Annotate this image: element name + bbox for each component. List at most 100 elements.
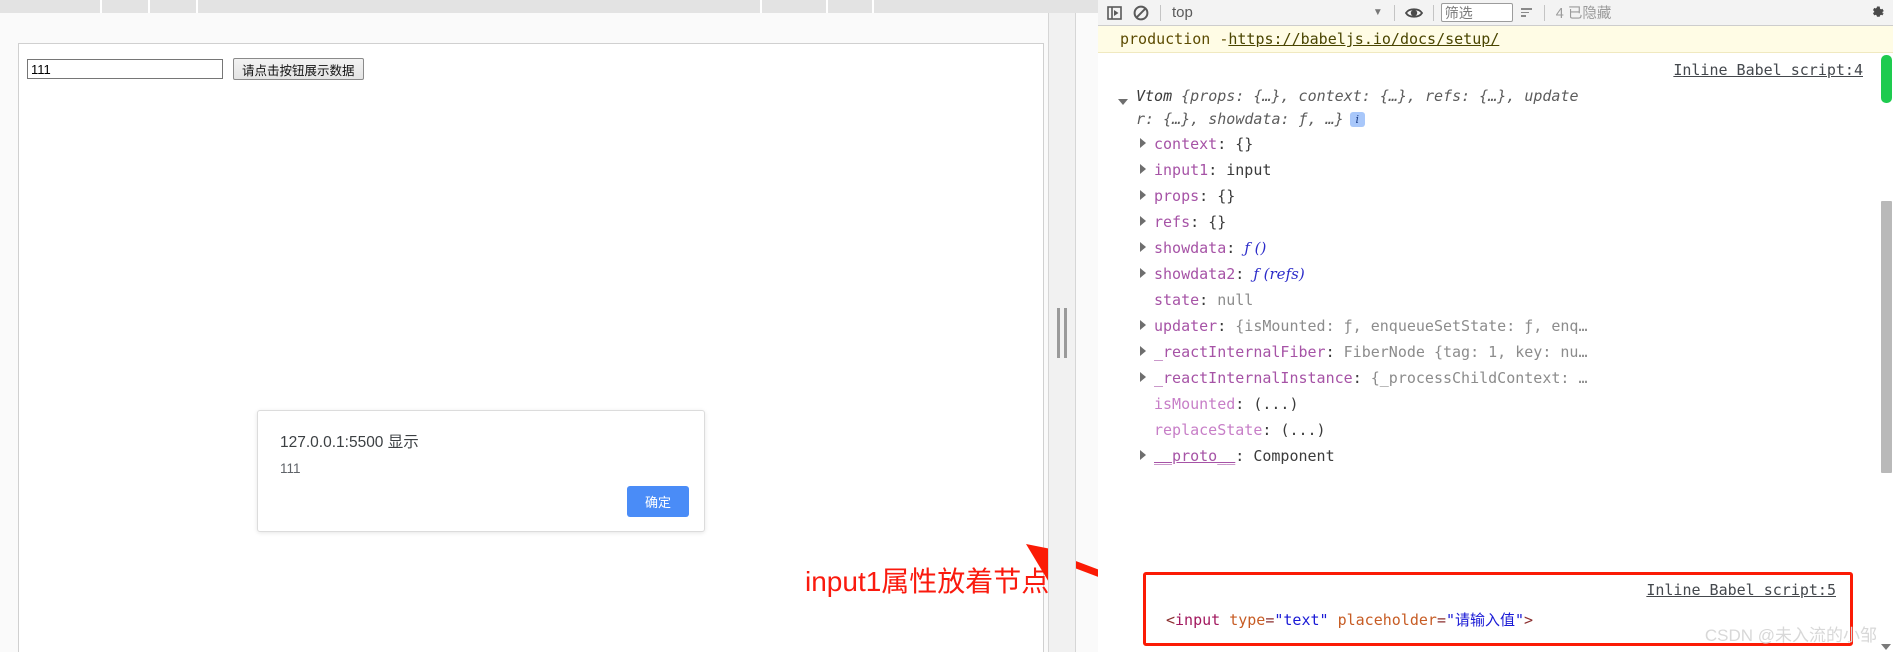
property-name: props bbox=[1154, 187, 1200, 205]
console-scrollbar-thumb[interactable] bbox=[1881, 201, 1892, 473]
property-name: showdata2 bbox=[1154, 265, 1236, 283]
expand-triangle-right-icon[interactable] bbox=[1140, 450, 1146, 460]
property-name: updater bbox=[1154, 317, 1218, 335]
strip-separator bbox=[826, 0, 828, 13]
property-row-replacestate[interactable]: replaceState: (...) bbox=[1140, 417, 1893, 443]
strip-separator bbox=[196, 0, 198, 13]
property-value: null bbox=[1217, 291, 1254, 309]
property-name: __proto__ bbox=[1154, 447, 1236, 465]
property-row-proto[interactable]: __proto__: Component bbox=[1140, 443, 1893, 469]
property-row-state[interactable]: state: null bbox=[1140, 287, 1893, 313]
splitter-grip-icon[interactable] bbox=[1057, 307, 1067, 358]
angle-open-bracket: < bbox=[1166, 611, 1176, 629]
annotation-label: input1属性放着节点 bbox=[805, 566, 1050, 597]
html-attr-name-type: type bbox=[1229, 611, 1266, 629]
page-canvas: 请点击按钮展示数据 127.0.0.1:5500 显示 111 确定 input… bbox=[18, 43, 1049, 652]
property-row-refs[interactable]: refs: {} bbox=[1140, 209, 1893, 235]
alert-origin-title: 127.0.0.1:5500 显示 bbox=[280, 434, 419, 451]
devtools-console-panel: top ▼ 筛选 4 已隐藏 production - https://babe… bbox=[1098, 0, 1893, 652]
scroll-down-arrow-icon[interactable] bbox=[1881, 644, 1891, 650]
scroll-minimap-indicator bbox=[1881, 55, 1892, 103]
strip-separator bbox=[872, 0, 874, 13]
console-message-list: production - https://babeljs.io/docs/set… bbox=[1098, 26, 1893, 652]
expand-triangle-right-icon[interactable] bbox=[1140, 372, 1146, 382]
property-value: ƒ (refs) bbox=[1253, 265, 1305, 283]
value-input[interactable] bbox=[27, 59, 223, 79]
property-value: input bbox=[1226, 161, 1272, 179]
toolbar-divider bbox=[1393, 4, 1395, 21]
eye-icon[interactable] bbox=[1402, 2, 1426, 24]
property-value: Component bbox=[1253, 447, 1335, 465]
alert-dialog: 127.0.0.1:5500 显示 111 确定 bbox=[257, 410, 705, 532]
property-name: refs bbox=[1154, 213, 1191, 231]
toolbar-divider bbox=[1160, 4, 1161, 21]
execution-context-select[interactable]: top ▼ bbox=[1168, 4, 1387, 21]
property-row-showdata2[interactable]: showdata2: ƒ (refs) bbox=[1140, 261, 1893, 287]
expand-triangle-right-icon[interactable] bbox=[1140, 346, 1146, 356]
expand-triangle-right-icon[interactable] bbox=[1140, 164, 1146, 174]
strip-separator bbox=[100, 0, 102, 13]
sidebar-toggle-icon[interactable] bbox=[1102, 2, 1126, 24]
property-name: showdata bbox=[1154, 239, 1227, 257]
expand-triangle-right-icon[interactable] bbox=[1140, 242, 1146, 252]
console-scrollbar[interactable] bbox=[1879, 53, 1893, 652]
execution-context-value: top bbox=[1172, 4, 1193, 21]
property-value: {} bbox=[1208, 213, 1227, 231]
chevron-down-icon: ▼ bbox=[1372, 7, 1383, 18]
property-value: {} bbox=[1217, 187, 1236, 205]
expand-triangle-right-icon[interactable] bbox=[1140, 190, 1146, 200]
screenshot-root: 请点击按钮展示数据 127.0.0.1:5500 显示 111 确定 input… bbox=[0, 0, 1893, 652]
property-value: {isMounted: ƒ, enqueueSetState: ƒ, enq… bbox=[1235, 317, 1588, 335]
log-level-select[interactable] bbox=[1516, 8, 1537, 17]
property-row-showdata[interactable]: showdata: ƒ () bbox=[1140, 235, 1893, 261]
property-row-updater[interactable]: updater: {isMounted: ƒ, enqueueSetState:… bbox=[1140, 313, 1893, 339]
source-link-script5[interactable]: Inline Babel script:5 bbox=[1646, 581, 1836, 599]
source-link-script4[interactable]: Inline Babel script:4 bbox=[1673, 61, 1863, 79]
html-element-log[interactable]: <input type="text" placeholder="请输入值"> bbox=[1166, 609, 1533, 630]
demo-form-row: 请点击按钮展示数据 bbox=[27, 58, 364, 80]
expand-triangle-right-icon[interactable] bbox=[1140, 320, 1146, 330]
strip-separator bbox=[760, 0, 762, 13]
info-badge-icon[interactable]: i bbox=[1349, 112, 1365, 127]
page-viewport: 请点击按钮展示数据 127.0.0.1:5500 显示 111 确定 input… bbox=[0, 13, 1098, 652]
expand-triangle-right-icon[interactable] bbox=[1140, 216, 1146, 226]
object-preview-line2: r: {…}, showdata: ƒ, …} bbox=[1136, 110, 1344, 128]
property-row-reactinternalfiber[interactable]: _reactInternalFiber: FiberNode {tag: 1, … bbox=[1140, 339, 1893, 365]
property-row-input1[interactable]: input1: input bbox=[1140, 157, 1893, 183]
property-name: _reactInternalFiber bbox=[1154, 343, 1326, 361]
property-name: replaceState bbox=[1154, 421, 1263, 439]
property-name: context bbox=[1154, 135, 1218, 153]
warning-text: production - bbox=[1120, 30, 1229, 48]
expand-triangle-right-icon[interactable] bbox=[1140, 268, 1146, 278]
property-name: input1 bbox=[1154, 161, 1209, 179]
toolbar-divider bbox=[1543, 4, 1545, 21]
html-attr-name-placeholder: placeholder bbox=[1337, 611, 1437, 629]
console-warning-row: production - https://babeljs.io/docs/set… bbox=[1098, 26, 1893, 53]
show-data-button[interactable]: 请点击按钮展示数据 bbox=[233, 58, 364, 80]
property-row-reactinternalinstance[interactable]: _reactInternalInstance: {_processChildCo… bbox=[1140, 365, 1893, 391]
angle-close-bracket: > bbox=[1524, 611, 1534, 629]
object-preview-header: Vtom {props: {…}, context: {…}, refs: {…… bbox=[1098, 85, 1893, 131]
hidden-messages-count: 4 已隐藏 bbox=[1555, 6, 1612, 22]
expand-triangle-down-icon[interactable] bbox=[1118, 99, 1128, 105]
property-value: FiberNode {tag: 1, key: nu… bbox=[1343, 343, 1588, 361]
property-value: {_processChildContext: … bbox=[1370, 369, 1588, 387]
highlighted-html-log-entry: Inline Babel script:5 <input type="text"… bbox=[1143, 572, 1853, 646]
expand-triangle-right-icon[interactable] bbox=[1140, 138, 1146, 148]
property-row-props[interactable]: props: {} bbox=[1140, 183, 1893, 209]
property-value: ƒ () bbox=[1244, 239, 1267, 257]
property-row-context[interactable]: context: {} bbox=[1140, 131, 1893, 157]
toolbar-divider bbox=[1432, 4, 1434, 21]
object-class-name: Vtom bbox=[1136, 87, 1182, 105]
property-name: isMounted bbox=[1154, 395, 1236, 413]
gear-icon[interactable] bbox=[1865, 2, 1889, 24]
clear-console-icon[interactable] bbox=[1129, 2, 1153, 24]
alert-ok-button[interactable]: 确定 bbox=[626, 486, 689, 517]
console-object-entry: Inline Babel script:4 Vtom {props: {…}, … bbox=[1098, 53, 1893, 469]
console-filter-input[interactable]: 筛选 bbox=[1440, 3, 1513, 22]
property-row-ismounted[interactable]: isMounted: (...) bbox=[1140, 391, 1893, 417]
object-property-list: context: {} input1: input props: {} refs… bbox=[1098, 131, 1893, 469]
strip-separator bbox=[148, 0, 150, 13]
panel-splitter[interactable] bbox=[1048, 13, 1076, 652]
babel-setup-link[interactable]: https://babeljs.io/docs/setup/ bbox=[1228, 30, 1499, 48]
